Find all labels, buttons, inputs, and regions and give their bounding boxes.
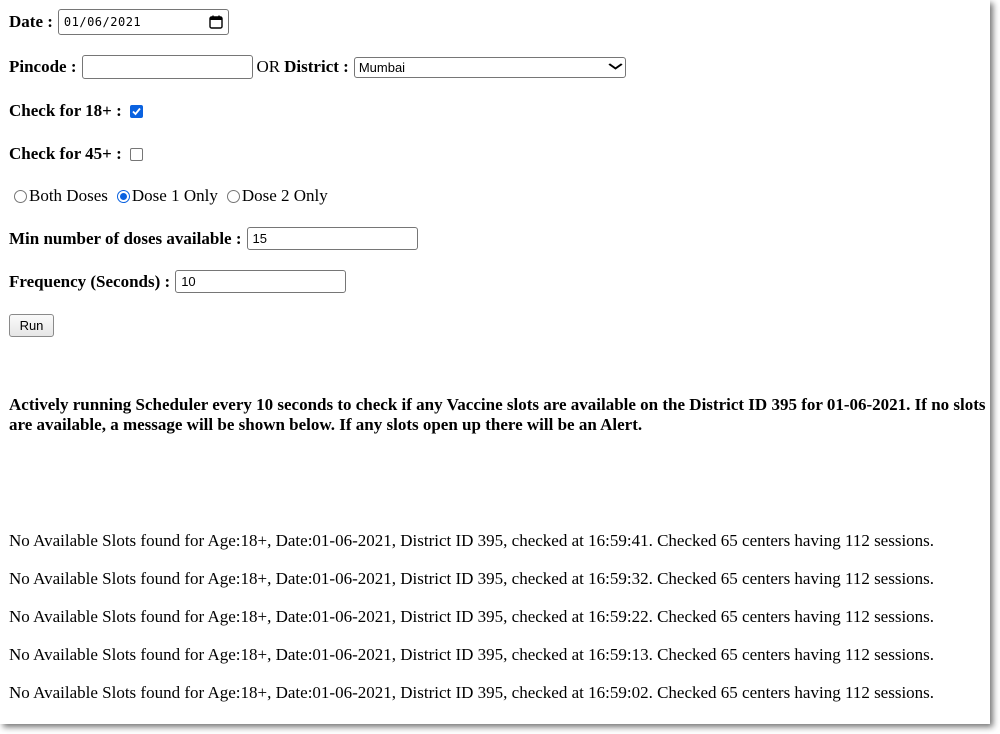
check45-label: Check for 45+ : <box>9 144 122 163</box>
radio-dose1-only[interactable] <box>116 189 130 203</box>
pincode-label: Pincode : <box>9 57 77 76</box>
page-frame: Date : 01/06/2021 Pincode : OR District … <box>0 0 990 724</box>
checkmark-icon <box>132 107 141 115</box>
date-value: 01/06/2021 <box>63 15 142 29</box>
log-entry: No Available Slots found for Age:18+, Da… <box>9 531 935 550</box>
log-entry: No Available Slots found for Age:18+, Da… <box>9 645 935 664</box>
min-doses-input[interactable]: 15 <box>246 227 418 250</box>
min-doses-row: Min number of doses available : 15 <box>9 227 418 250</box>
check45-checkbox[interactable] <box>129 147 143 161</box>
location-row: Pincode : OR District : Mumbai <box>9 55 626 79</box>
min-doses-value: 15 <box>252 231 267 246</box>
min-doses-label: Min number of doses available : <box>9 228 242 248</box>
radio-both-doses-label[interactable]: Both Doses <box>29 186 108 206</box>
run-button[interactable]: Run <box>9 314 54 337</box>
frequency-row: Frequency (Seconds) : 10 <box>9 270 347 293</box>
check18-row: Check for 18+ : <box>9 101 143 121</box>
log-entry: No Available Slots found for Age:18+, Da… <box>9 569 935 588</box>
radio-dose2-only-label[interactable]: Dose 2 Only <box>242 186 328 206</box>
frequency-label: Frequency (Seconds) : <box>9 271 171 291</box>
radio-dose2-only[interactable] <box>226 189 240 203</box>
district-label: District : <box>284 57 349 76</box>
date-input[interactable]: 01/06/2021 <box>57 9 229 35</box>
check45-row: Check for 45+ : <box>9 144 143 164</box>
log-entry: No Available Slots found for Age:18+, Da… <box>9 683 935 702</box>
check18-label: Check for 18+ : <box>9 101 122 120</box>
date-row: Date : 01/06/2021 <box>9 9 229 35</box>
status-message: Actively running Scheduler every 10 seco… <box>9 395 986 434</box>
date-label: Date : <box>9 12 53 31</box>
run-row: Run <box>9 314 54 337</box>
dose-radio-group: Both Doses Dose 1 Only Dose 2 Only <box>14 186 337 206</box>
radio-dose1-only-label[interactable]: Dose 1 Only <box>132 186 218 206</box>
check18-checkbox[interactable] <box>129 104 143 118</box>
chevron-down-icon <box>608 62 623 73</box>
district-selected: Mumbai <box>358 59 406 75</box>
calendar-icon[interactable] <box>209 15 223 29</box>
radio-both-doses[interactable] <box>14 189 27 203</box>
log-entry: No Available Slots found for Age:18+, Da… <box>9 607 935 626</box>
pincode-input[interactable] <box>81 55 253 79</box>
frequency-input[interactable]: 10 <box>175 270 347 293</box>
district-select[interactable]: Mumbai <box>353 56 626 78</box>
or-text: OR <box>256 57 281 76</box>
frequency-value: 10 <box>181 274 196 289</box>
